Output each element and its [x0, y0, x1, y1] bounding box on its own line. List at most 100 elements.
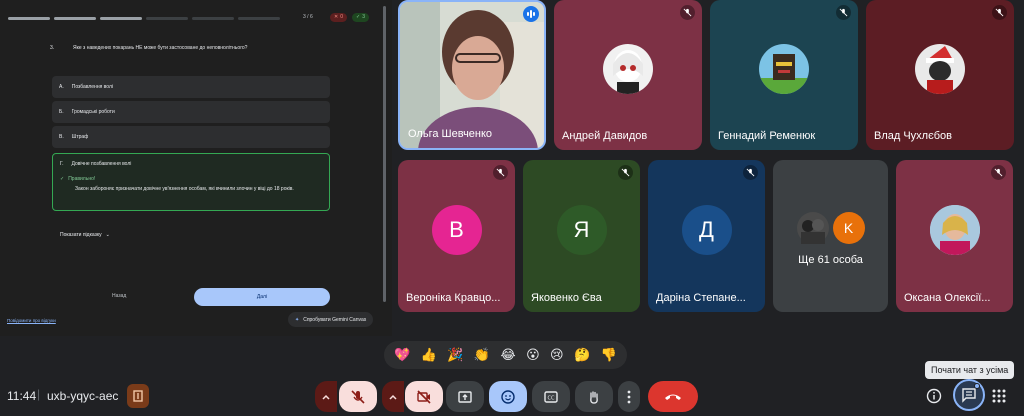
participant-tile[interactable]: Оксана Олексії... [896, 160, 1013, 312]
more-vert-icon [627, 390, 631, 403]
progress-segment [8, 17, 50, 20]
participant-tile[interactable]: Ольга Шевченко [398, 0, 546, 150]
camera-options-button[interactable] [382, 381, 404, 412]
mic-toggle-button[interactable] [339, 381, 377, 412]
hand-icon [590, 390, 598, 404]
avatar [796, 212, 829, 244]
meeting-info-button[interactable] [925, 387, 943, 405]
leave-call-button[interactable] [648, 381, 698, 412]
sparkling-heart-reaction[interactable]: 💖 [394, 347, 410, 363]
progress-segment [54, 17, 96, 20]
answer-option-d[interactable]: Г. Довічне позбавлення волі ✓ Правильно!… [52, 153, 330, 211]
progress-segment [238, 17, 280, 20]
mic-off-icon [351, 389, 365, 404]
avatar: K [832, 212, 865, 244]
laughing-reaction[interactable]: 😂 [501, 347, 516, 363]
participant-name: Ольга Шевченко [408, 128, 493, 140]
participant-tile[interactable]: Геннадий Ременюк [710, 0, 858, 150]
participant-tile[interactable]: Д Даріна Степане... [648, 160, 765, 312]
speaking-indicator-icon [523, 6, 539, 22]
avatar [603, 44, 653, 94]
avatar: Д [681, 205, 732, 255]
participant-name: Оксана Олексії... [904, 292, 991, 304]
participant-tile[interactable]: Влад Чухлєбов [866, 0, 1014, 150]
answer-option-a[interactable]: А. Позбавлення волі [52, 76, 330, 98]
meeting-code: uxb-yqyc-aec [47, 389, 119, 403]
apps-grid-icon [992, 389, 1006, 403]
reactions-bar: 💖 👍 🎉 👏 😂 😮 😢 🤔 👎 [384, 341, 627, 369]
answer-option-c[interactable]: В. Штраф [52, 126, 330, 148]
thumbs-up-reaction[interactable]: 👍 [421, 347, 437, 363]
party-popper-reaction[interactable]: 🎉 [447, 347, 463, 363]
option-text: Штраф [71, 134, 89, 140]
mic-off-icon [618, 165, 633, 180]
participant-name: Андрей Давидов [562, 130, 648, 142]
answer-option-b[interactable]: Б. Громадські роботи [52, 101, 330, 123]
hint-label: Показати підказку [60, 232, 102, 238]
participant-name: Геннадий Ременюк [718, 130, 816, 142]
presentation-icon[interactable] [127, 384, 149, 408]
next-button[interactable]: Далі [194, 288, 330, 306]
check-icon: ✓ [356, 14, 361, 20]
progress-segment [100, 17, 142, 20]
next-label: Далі [256, 294, 268, 300]
avatar: Я [556, 205, 607, 255]
clock: 11:44 [7, 389, 37, 403]
show-hint-button[interactable]: Показати підказку ⌄ [60, 232, 110, 238]
more-options-button[interactable] [618, 381, 640, 412]
chat-button[interactable] [953, 379, 985, 411]
progress-segment [146, 17, 188, 20]
option-letter: Г. [60, 161, 64, 167]
camera-toggle-button[interactable] [405, 381, 443, 412]
chevron-up-icon [389, 394, 397, 400]
info-icon [926, 388, 942, 404]
participant-tile[interactable]: Я Яковенко Єва [523, 160, 640, 312]
raise-hand-button[interactable] [575, 381, 613, 412]
question-number: 3. [50, 45, 55, 51]
gemini-canvas-button[interactable]: ✦ Спробувати Gemini Canvas [288, 312, 374, 327]
closed-caption-icon: CC [544, 390, 558, 403]
progress-segment [192, 17, 234, 20]
crying-reaction[interactable]: 😢 [550, 347, 564, 363]
option-letter: Б. [59, 109, 64, 115]
wrong-count: 0 [340, 14, 343, 20]
option-letter: В. [59, 134, 64, 140]
option-letter: А. [59, 84, 64, 90]
mic-off-icon [493, 165, 508, 180]
thumbs-down-reaction[interactable]: 👎 [601, 347, 617, 363]
participant-tile[interactable]: В Вероніка Кравцо... [398, 160, 515, 312]
thinking-reaction[interactable]: 🤔 [574, 347, 590, 363]
clapping-reaction[interactable]: 👏 [474, 347, 490, 363]
option-text: Громадські роботи [71, 109, 115, 115]
check-icon: ✓ [60, 176, 65, 182]
quiz-progress [8, 17, 280, 20]
mic-off-icon [991, 165, 1006, 180]
present-to-all-icon [458, 390, 472, 403]
participant-name: Вероніка Кравцо... [406, 292, 501, 304]
mic-options-button[interactable] [315, 381, 337, 412]
mic-off-icon [836, 5, 851, 20]
surprised-reaction[interactable]: 😮 [526, 347, 540, 363]
participant-name: Влад Чухлєбов [874, 130, 952, 142]
option-text: Позбавлення волі [71, 84, 113, 90]
chevron-down-icon: ⌄ [105, 232, 110, 238]
feedback-link[interactable]: Повідомити про відгуки [7, 318, 56, 323]
presentation-area: 3 / 6 ✕ 0 ✓ 3 3. Яке з наведених покаран… [0, 0, 392, 336]
scrollbar[interactable] [383, 6, 386, 302]
back-button[interactable]: Назад [112, 293, 126, 299]
close-icon: ✕ [334, 14, 339, 20]
correct-label: Правильно! [68, 176, 96, 182]
call-end-icon [665, 394, 681, 400]
mic-off-icon [680, 5, 695, 20]
correct-feedback: ✓ Правильно! [60, 176, 95, 182]
participant-name: Яковенко Єва [531, 292, 602, 304]
participant-tile[interactable]: Андрей Давидов [554, 0, 702, 150]
activities-button[interactable] [990, 387, 1008, 405]
more-participants-label: Ще 61 особа [798, 254, 863, 266]
mic-off-icon [992, 5, 1007, 20]
present-screen-button[interactable] [446, 381, 484, 412]
right-count: 3 [362, 14, 365, 20]
more-participants-tile[interactable]: K Ще 61 особа [773, 160, 888, 312]
reactions-button[interactable] [489, 381, 527, 412]
captions-button[interactable]: CC [532, 381, 570, 412]
